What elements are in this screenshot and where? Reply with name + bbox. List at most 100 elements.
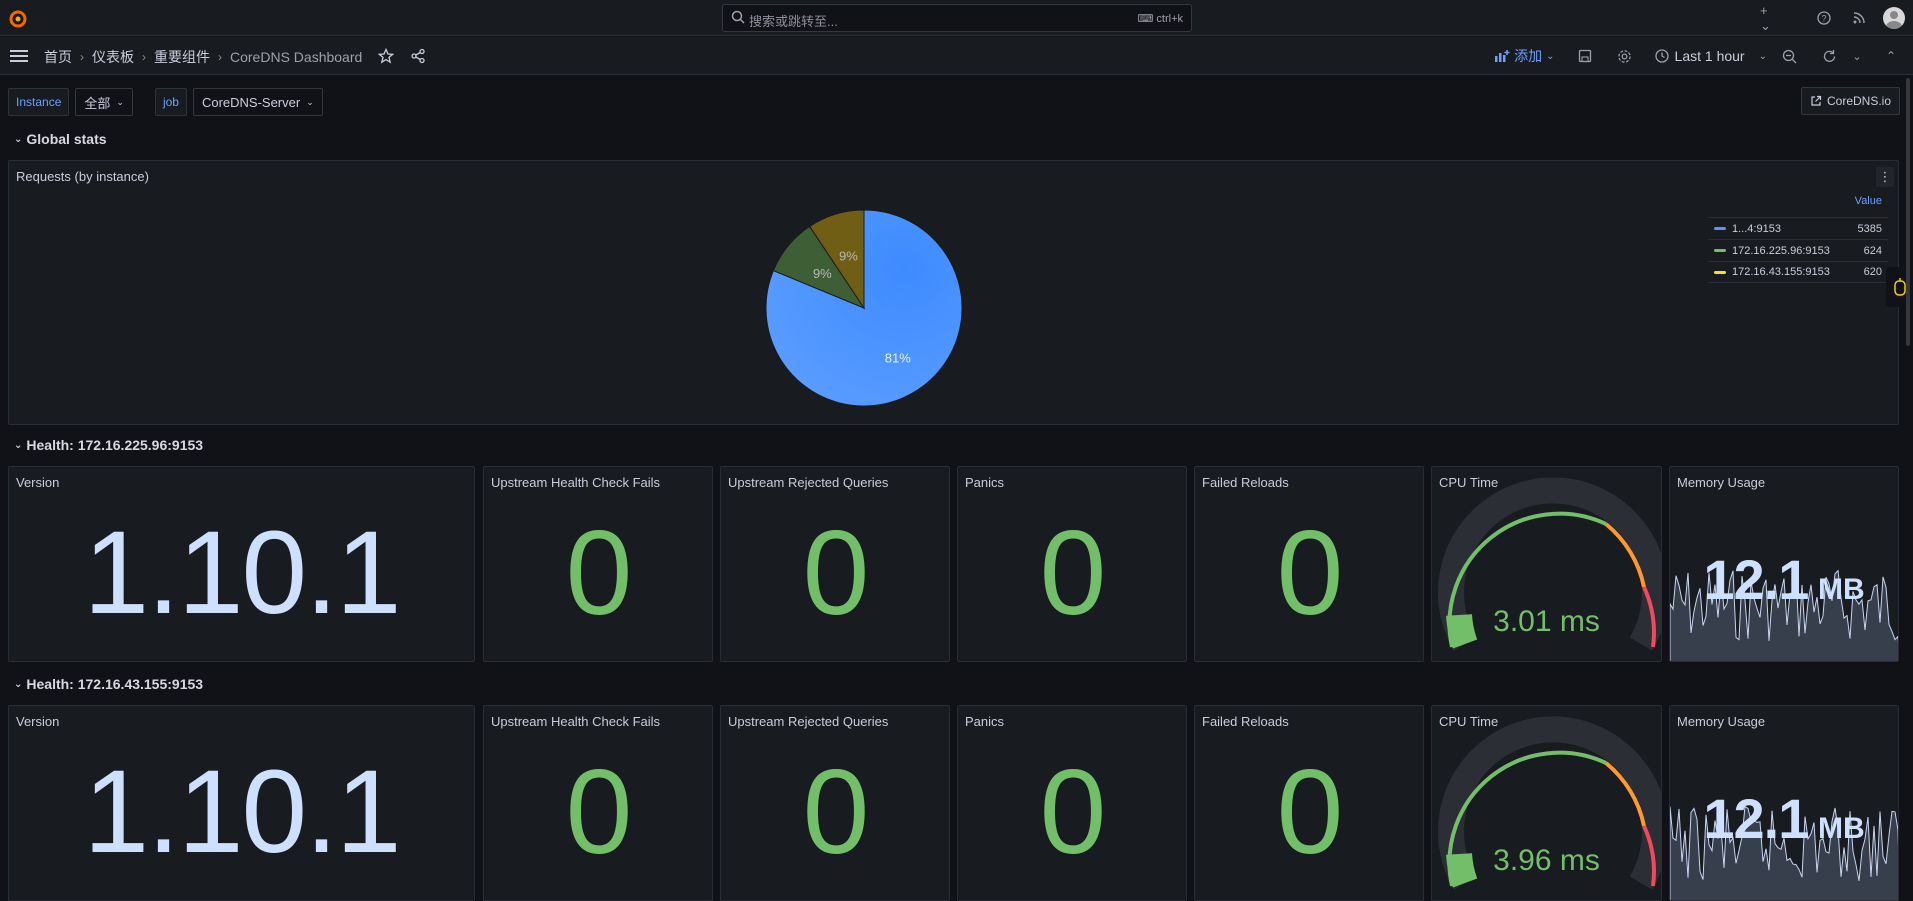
panel-title: Panics (965, 714, 1005, 729)
stat-value: 0 (565, 745, 633, 879)
row-health-2[interactable]: ⌄ Health: 172.16.43.155:9153 (14, 676, 203, 692)
pie-slice-label: 9% (813, 266, 832, 281)
add-label: 添加 (1514, 48, 1543, 64)
search-icon (731, 10, 745, 24)
legend-swatch (1714, 249, 1726, 252)
legend-item[interactable]: 1...4:9153 5385 (1708, 217, 1888, 239)
collapse-up-icon[interactable]: ⌃ (1881, 46, 1901, 66)
menu-icon[interactable] (10, 48, 28, 67)
pie-chart: 81% 9% 9% (765, 209, 963, 407)
coredns-link-button[interactable]: CoreDNS.io (1801, 87, 1901, 115)
panel-title: Failed Reloads (1202, 714, 1289, 729)
instance-variable-label: Instance (8, 88, 70, 116)
version-value: 1.10.1 (83, 746, 401, 878)
legend-swatch (1714, 227, 1726, 230)
grafana-logo-icon[interactable] (8, 8, 28, 28)
version-value: 1.10.1 (83, 507, 401, 639)
legend-value: 5385 (1857, 222, 1882, 235)
stat-value: 0 (1039, 745, 1107, 879)
panel-title: Upstream Rejected Queries (728, 475, 889, 490)
legend-value: 624 (1863, 244, 1882, 257)
legend-name: 1...4:9153 (1732, 222, 1781, 235)
breadcrumb-current: CoreDNS Dashboard (230, 49, 363, 65)
clock-icon (1654, 49, 1669, 63)
row-health-1[interactable]: ⌄ Health: 172.16.225.96:9153 (14, 437, 203, 453)
job-variable-label: job (154, 88, 187, 116)
legend-name: 172.16.225.96:9153 (1732, 244, 1830, 257)
page-scrollbar[interactable] (1904, 78, 1912, 895)
chevron-down-icon: ⌄ (14, 439, 23, 451)
legend-item[interactable]: 172.16.225.96:9153 624 (1708, 239, 1888, 261)
news-icon[interactable] (1849, 8, 1869, 28)
panel-title: Upstream Health Check Fails (491, 475, 661, 490)
avatar[interactable] (1883, 7, 1905, 29)
breadcrumb-folder[interactable]: 重要组件 (154, 47, 210, 67)
cpu-value: 3.96 ms (1493, 844, 1600, 877)
stat-value: 0 (802, 745, 870, 879)
star-icon[interactable] (377, 47, 395, 67)
legend-header[interactable]: Value (1708, 195, 1888, 217)
top-bar: 搜索或跳转至... ⌨ ctrl+k + ⌄ ? (0, 0, 1913, 36)
chevron-down-icon: ⌄ (14, 678, 23, 690)
pie-slice-label: 81% (885, 351, 911, 366)
chevron-down-icon: ⌄ (1546, 50, 1555, 62)
variables-bar: Instance 全部 ⌄ job CoreDNS-Server ⌄ (8, 87, 323, 117)
breadcrumb-home[interactable]: 首页 (44, 47, 72, 67)
upstream-rejected-queries-panel: Upstream Rejected Queries 0 (720, 705, 950, 901)
stat-value: 0 (802, 506, 870, 640)
gear-icon[interactable] (1615, 46, 1635, 66)
memory-usage-panel: Memory Usage 12.1 MB (1669, 705, 1899, 901)
add-panel-icon (1495, 50, 1510, 62)
dashboard-nav-bar: 首页 › 仪表板 › 重要组件 › CoreDNS Dashboard 添加 ⌄… (0, 37, 1913, 75)
stat-value: 0 (1276, 745, 1344, 879)
save-icon[interactable] (1575, 46, 1595, 66)
stat-value: 0 (1039, 506, 1107, 640)
svg-text:?: ? (1821, 14, 1826, 24)
pie-slice-label: 9% (839, 248, 858, 263)
requests-pie-panel: Requests (by instance) ⋮ 81% 9% 9% (8, 160, 1899, 425)
refresh-icon[interactable] (1819, 46, 1839, 66)
memory-usage-panel: Memory Usage 12.1 MB (1669, 466, 1899, 662)
search-shortcut: ⌨ ctrl+k (1137, 13, 1183, 25)
row-global-stats[interactable]: ⌄ Global stats (14, 131, 107, 147)
plus-icon[interactable]: + ⌄ (1760, 3, 1780, 33)
cpu-value: 3.01 ms (1493, 605, 1600, 638)
chevron-down-icon: ⌄ (1758, 50, 1767, 62)
breadcrumb-dashboards[interactable]: 仪表板 (92, 47, 134, 67)
external-link-icon (1811, 95, 1822, 106)
panel-title: Panics (965, 475, 1005, 490)
search-input[interactable]: 搜索或跳转至... ⌨ ctrl+k (722, 4, 1192, 32)
version-panel: Version 1.10.1 (8, 466, 475, 662)
cpu-time-panel: CPU Time 3.01 ms (1431, 466, 1662, 662)
share-icon[interactable] (410, 48, 426, 67)
legend-value: 620 (1863, 266, 1882, 278)
failed-reloads-panel: Failed Reloads 0 (1194, 466, 1424, 662)
upstream-health-check-fails-panel: Upstream Health Check Fails 0 (483, 466, 713, 662)
legend-name: 172.16.43.155:9153 (1732, 266, 1830, 278)
memory-value: 12.1 MB (1703, 548, 1865, 611)
panics-panel: Panics 0 (957, 466, 1187, 662)
help-icon[interactable]: ? (1814, 8, 1834, 28)
panel-title: Upstream Health Check Fails (491, 714, 661, 729)
job-variable-select[interactable]: CoreDNS-Server ⌄ (192, 88, 323, 116)
legend-item[interactable]: 172.16.43.155:9153 620 (1708, 261, 1888, 283)
panics-panel: Panics 0 (957, 705, 1187, 901)
zoom-out-icon[interactable] (1779, 46, 1799, 66)
breadcrumb: 首页 › 仪表板 › 重要组件 › CoreDNS Dashboard (44, 47, 426, 67)
pie-legend: Value 1...4:9153 5385 172.16.225.96:9153… (1708, 195, 1888, 283)
search-placeholder: 搜索或跳转至... (749, 14, 838, 29)
upstream-rejected-queries-panel: Upstream Rejected Queries 0 (720, 466, 950, 662)
refresh-interval-chevron-icon[interactable]: ⌄ (1847, 46, 1867, 66)
instance-variable-select[interactable]: 全部 ⌄ (75, 88, 133, 116)
cpu-time-panel: CPU Time 3.96 ms (1431, 705, 1662, 901)
add-button[interactable]: 添加 ⌄ (1494, 46, 1555, 66)
panel-title: Failed Reloads (1202, 475, 1289, 490)
version-panel: Version 1.10.1 (8, 705, 475, 901)
time-range-picker[interactable]: Last 1 hour ⌄ (1654, 48, 1767, 64)
legend-swatch (1714, 270, 1726, 274)
panel-title: Version (16, 714, 60, 729)
failed-reloads-panel: Failed Reloads 0 (1194, 705, 1424, 901)
chevron-down-icon: ⌄ (14, 133, 23, 145)
time-range-label: Last 1 hour (1674, 48, 1745, 64)
panel-title: Upstream Rejected Queries (728, 714, 889, 729)
